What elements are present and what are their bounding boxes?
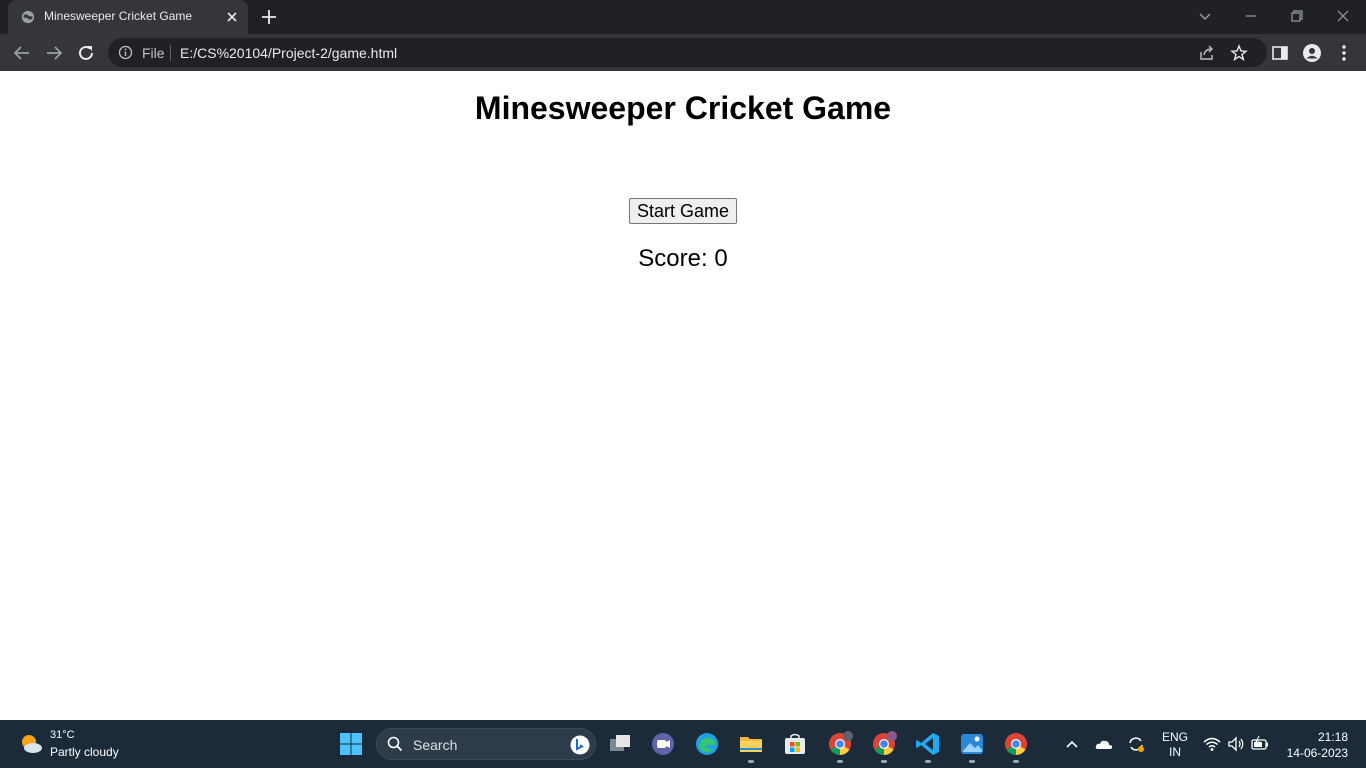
edge-icon[interactable] [694,731,720,757]
onedrive-cloud-icon[interactable] [1094,734,1114,754]
language-code: ENG [1162,730,1189,744]
scheme-label: File [142,45,165,61]
page-title: Minesweeper Cricket Game [474,90,892,126]
task-view-icon[interactable] [607,731,633,757]
chrome-profile-s-icon[interactable] [827,731,853,757]
windows-taskbar: 31°C Partly cloudy Search ENG IN 21:18 1… [0,720,1366,768]
browser-tab[interactable]: Minesweeper Cricket Game [8,0,248,34]
weather-temperature[interactable]: 31°C [50,729,75,741]
running-indicator [881,760,887,763]
start-game-button[interactable]: Start Game [629,198,737,224]
bookmark-star-icon[interactable] [1230,44,1248,62]
minimize-icon[interactable] [1241,6,1261,26]
system-clock[interactable]: 21:18 14-06-2023 [1284,729,1348,761]
clock-time: 21:18 [1317,730,1348,744]
microsoft-store-icon[interactable] [782,731,808,757]
address-separator [170,45,171,61]
tab-search-chevron-icon[interactable] [1195,6,1215,26]
chrome-icon[interactable] [1003,731,1029,757]
restore-icon[interactable] [1287,6,1307,26]
weather-condition[interactable]: Partly cloudy [50,745,119,759]
running-indicator [969,760,975,763]
share-icon[interactable] [1198,44,1216,62]
windows-start-icon[interactable] [340,733,362,755]
photos-icon[interactable] [959,731,985,757]
vscode-icon[interactable] [915,731,941,757]
tab-title: Minesweeper Cricket Game [44,9,193,23]
chrome-profile-icon[interactable] [871,731,897,757]
url-text[interactable]: E:/CS%20104/Project-2/game.html [180,45,397,61]
browser-tab-strip: Minesweeper Cricket Game [0,0,1366,34]
clock-date: 14-06-2023 [1286,746,1348,760]
chat-icon[interactable] [650,731,676,757]
sync-update-icon[interactable] [1126,734,1146,754]
running-indicator [1013,760,1019,763]
back-arrow-icon[interactable] [11,42,33,64]
address-bar[interactable]: File E:/CS%20104/Project-2/game.html [108,38,1267,67]
partly-cloudy-icon[interactable] [18,731,44,757]
file-explorer-icon[interactable] [738,731,764,757]
running-indicator [748,760,754,763]
close-tab-icon[interactable] [224,9,240,25]
language-indicator[interactable]: ENG IN [1162,730,1188,760]
search-label: Search [413,737,458,753]
browser-toolbar: File E:/CS%20104/Project-2/game.html [0,34,1366,71]
info-icon[interactable] [118,45,133,60]
volume-icon[interactable] [1226,734,1246,754]
running-indicator [837,760,843,763]
profile-icon[interactable] [1302,43,1322,63]
close-window-icon[interactable] [1333,6,1353,26]
bing-icon[interactable] [570,735,590,755]
battery-icon[interactable] [1250,734,1270,754]
menu-kebab-icon[interactable] [1334,43,1354,63]
taskbar-search[interactable]: Search [376,728,596,760]
wifi-icon[interactable] [1202,734,1222,754]
forward-arrow-icon[interactable] [43,42,65,64]
score-display: Score: 0 [638,245,728,272]
running-indicator [925,760,931,763]
globe-icon [21,10,35,24]
side-panel-icon[interactable] [1270,43,1290,63]
reload-icon[interactable] [75,42,97,64]
new-tab-icon[interactable] [260,8,278,26]
page-content: Minesweeper Cricket Game Start Game Scor… [0,71,1366,720]
search-icon [387,736,403,752]
language-region: IN [1169,745,1181,759]
chevron-up-icon[interactable] [1062,734,1082,754]
